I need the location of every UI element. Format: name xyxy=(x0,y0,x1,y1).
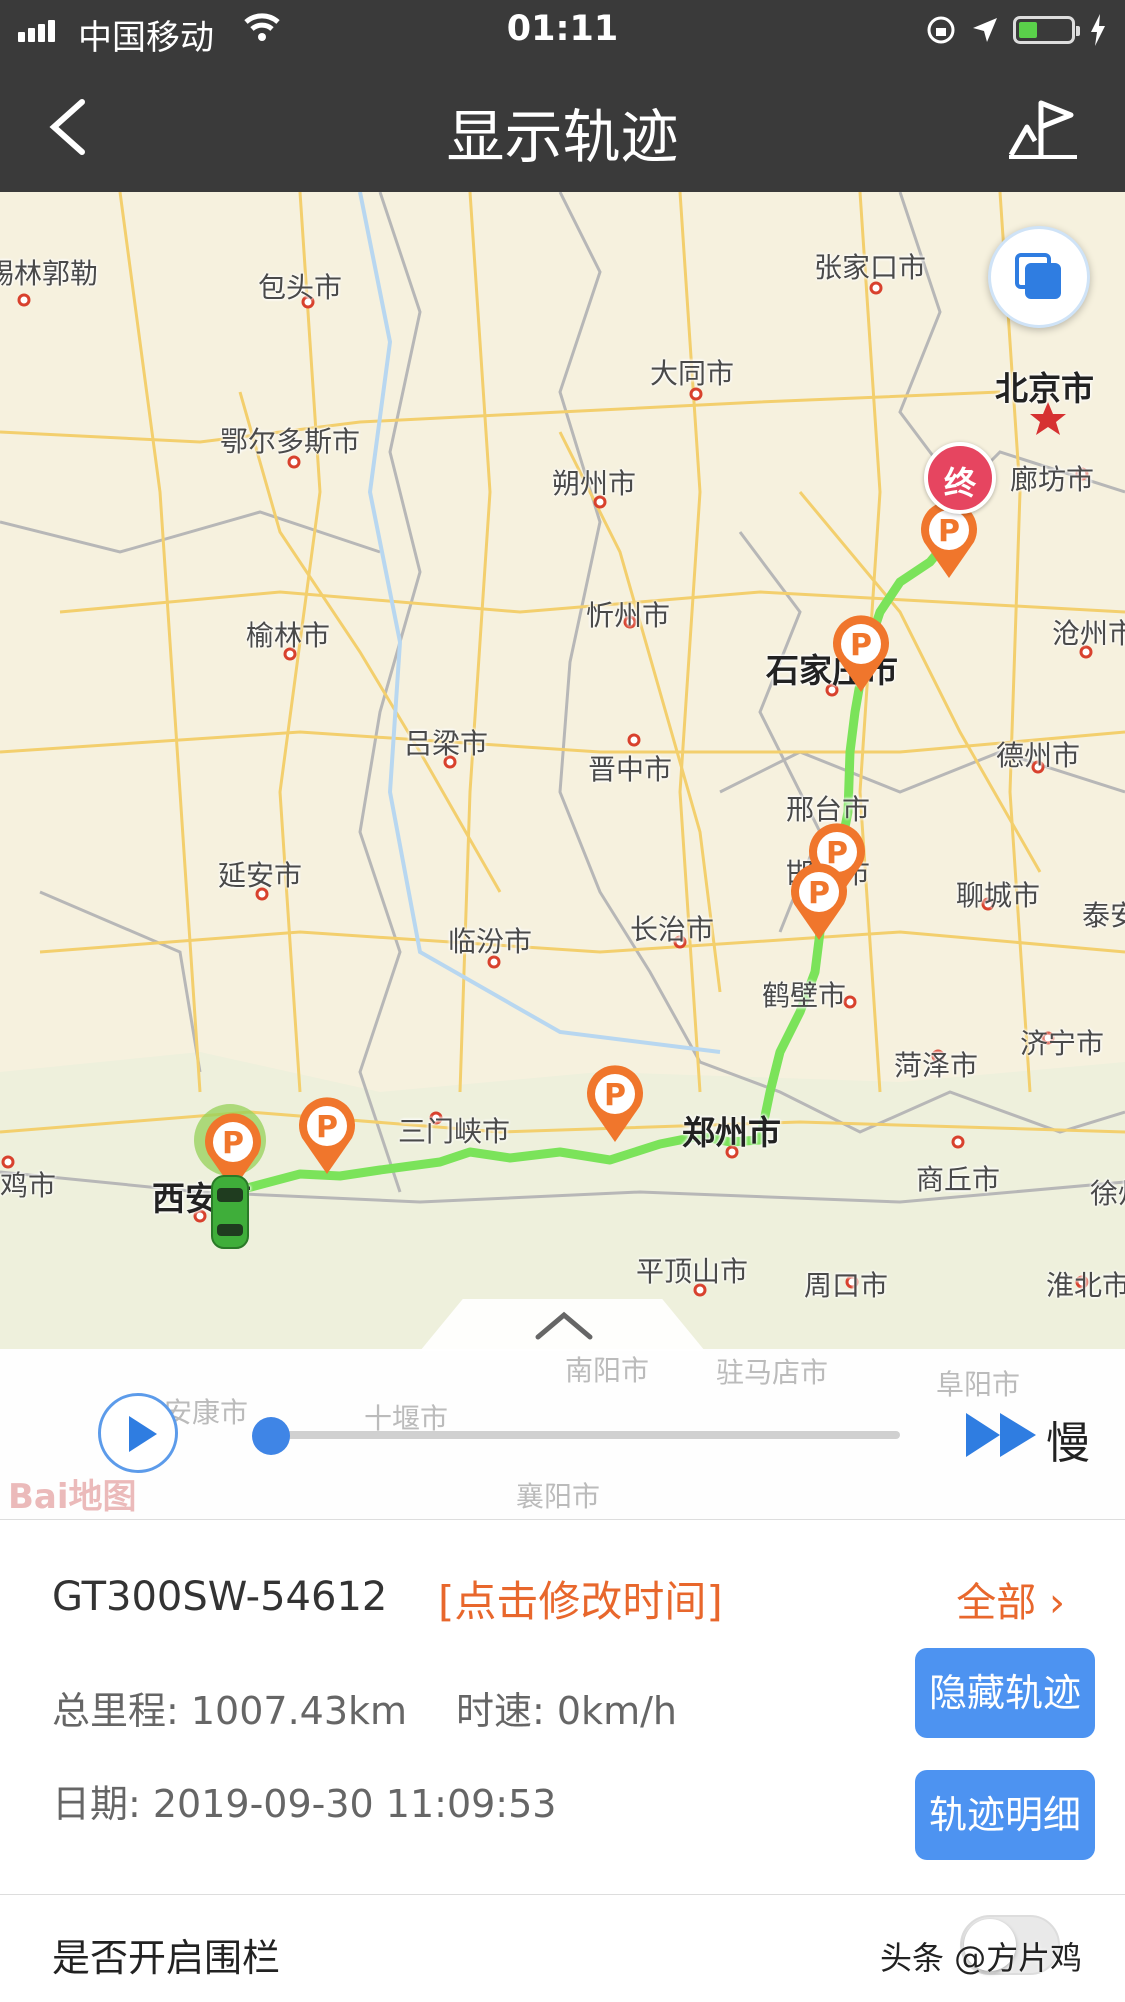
total-mileage: 总里程: 1007.43km xyxy=(52,1689,408,1733)
track-detail-button[interactable]: 轨迹明细 xyxy=(915,1770,1095,1860)
svg-text:P: P xyxy=(808,876,830,911)
city-label: 锡林郭勒 xyxy=(0,257,99,290)
city-label: 济宁市 xyxy=(1020,1027,1105,1060)
all-filter-link[interactable]: 全部 › xyxy=(956,1570,1065,1628)
city-label: 临汾市 xyxy=(448,925,533,958)
city-label: 鹤壁市 xyxy=(762,979,847,1012)
city-label: 张家口市 xyxy=(814,251,927,284)
svg-text:P: P xyxy=(604,1078,626,1113)
city-label: 聊城市 xyxy=(956,879,1041,912)
fence-label: 是否开启围栏 xyxy=(52,1936,281,1980)
city-label: 周口市 xyxy=(804,1269,889,1302)
city-label: 包头市 xyxy=(258,271,343,304)
city-label: 忻州市 xyxy=(586,599,671,632)
city-label: 大同市 xyxy=(650,357,735,390)
record-date: 日期: 2019-09-30 11:09:53 xyxy=(52,1782,557,1826)
city-label: 延安市 xyxy=(218,859,303,892)
layers-icon xyxy=(1025,263,1061,299)
svg-text:P: P xyxy=(316,1110,338,1145)
end-marker[interactable]: 终 xyxy=(924,442,996,514)
chevron-right-icon: › xyxy=(1036,1580,1065,1626)
city-label: 驻马店市 xyxy=(716,1356,829,1389)
city-label: 吕梁市 xyxy=(404,727,489,760)
city-label: 徐州 xyxy=(1090,1177,1125,1210)
city-label: 淮北市 xyxy=(1046,1269,1125,1302)
city-label: 商丘市 xyxy=(916,1163,1001,1196)
city-label: 榆林市 xyxy=(246,619,331,652)
city-label: 廊坊市 xyxy=(1010,463,1095,496)
current-speed: 时速: 0km/h xyxy=(456,1689,677,1733)
playback-panel: Bai地图 南阳市 驻马店市 安康市 十堰市 阜阳市 襄阳市 慢 xyxy=(0,1299,1125,1519)
fast-forward-icon[interactable] xyxy=(964,1411,1038,1459)
orientation-lock-icon xyxy=(927,16,955,44)
nav-bar: 显示轨迹 xyxy=(0,62,1125,192)
charging-icon xyxy=(1091,14,1105,46)
svg-text:P: P xyxy=(222,1126,244,1161)
play-button[interactable] xyxy=(98,1393,178,1473)
playback-speed-label[interactable]: 慢 xyxy=(1046,1407,1090,1471)
car-icon xyxy=(211,1175,249,1249)
city-label: 朔州市 xyxy=(552,467,637,500)
city-label: 菏泽市 xyxy=(894,1049,979,1082)
battery-icon xyxy=(1013,16,1080,44)
city-label: 平顶山市 xyxy=(636,1255,749,1288)
city-label: 北京市 xyxy=(995,369,1094,408)
svg-text:P: P xyxy=(850,628,872,663)
all-label: 全部 xyxy=(956,1580,1037,1626)
city-label: 三门峡市 xyxy=(398,1115,511,1148)
city-label: 襄阳市 xyxy=(516,1480,601,1513)
city-label: 泰安 xyxy=(1082,899,1125,932)
map-layer-button[interactable] xyxy=(988,226,1090,328)
city-label: 长治市 xyxy=(630,913,715,946)
city-label: 南阳市 xyxy=(565,1354,650,1387)
city-label: 郑州市 xyxy=(682,1113,781,1152)
city-label: 晋中市 xyxy=(588,753,673,786)
city-label: 宝鸡市 xyxy=(0,1169,57,1202)
location-arrow-icon xyxy=(973,18,997,42)
watermark: 头条 @方片鸡 xyxy=(880,1939,1083,1977)
progress-track[interactable] xyxy=(270,1431,900,1439)
end-marker-label: 终 xyxy=(943,464,976,502)
page-title: 显示轨迹 xyxy=(446,103,679,171)
map-view[interactable]: 锡林郭勒 张家口市 包头市 大同市 北京市 鄂尔多斯市 朔州市 廊坊市 忻州市 … xyxy=(0,192,1125,1349)
edit-time-link[interactable]: [点击修改时间] xyxy=(438,1568,723,1629)
city-label: 阜阳市 xyxy=(936,1368,1021,1401)
device-id: GT300SW-54612 xyxy=(52,1574,388,1620)
city-label: 德州市 xyxy=(996,739,1081,772)
svg-text:P: P xyxy=(938,514,960,549)
status-bar: 中国移动 01:11 xyxy=(0,0,1125,62)
city-label: 沧州市 xyxy=(1052,617,1125,650)
hide-track-button[interactable]: 隐藏轨迹 xyxy=(915,1648,1095,1738)
city-label: 鄂尔多斯市 xyxy=(220,425,361,458)
fence-setting-row: 是否开启围栏 头条 @方片鸡 xyxy=(0,1894,1125,2002)
track-info-panel: GT300SW-54612 [点击修改时间] 全部 › 总里程: 1007.43… xyxy=(0,1519,1125,1895)
route-flag-icon[interactable] xyxy=(1005,97,1085,161)
baidu-map-logo: Bai地图 xyxy=(8,1477,137,1517)
chevron-up-icon[interactable] xyxy=(534,1307,594,1343)
progress-handle[interactable] xyxy=(252,1417,290,1455)
